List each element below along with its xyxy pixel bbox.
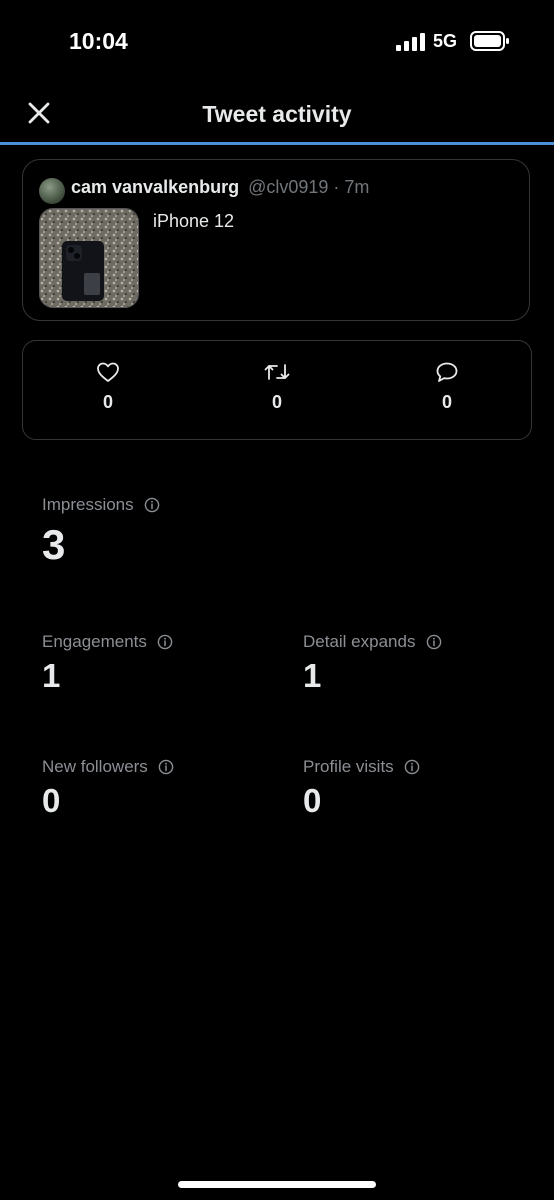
profile-visits-stat: Profile visits 0: [303, 757, 420, 820]
status-time: 10:04: [69, 28, 128, 54]
detail-expands-stat: Detail expands 1: [303, 632, 442, 695]
tweet-header: cam vanvalkenburg @clv0919 · 7m: [71, 177, 369, 198]
new-followers-stat: New followers 0: [42, 757, 174, 820]
info-icon[interactable]: [426, 634, 442, 650]
new-followers-value: 0: [42, 782, 61, 819]
engagements-value: 1: [42, 657, 61, 694]
tweet-card[interactable]: cam vanvalkenburg @clv0919 · 7m iPhone 1…: [22, 159, 530, 321]
battery-icon: [470, 31, 509, 51]
info-icon[interactable]: [157, 634, 173, 650]
profile-visits-label: Profile visits: [303, 757, 394, 776]
retweets-metric: 0: [247, 361, 307, 413]
network-label: 5G: [433, 31, 458, 51]
impressions-label: Impressions: [42, 495, 134, 514]
info-icon[interactable]: [404, 759, 420, 775]
info-icon[interactable]: [158, 759, 174, 775]
info-icon[interactable]: [144, 497, 160, 513]
engagements-label: Engagements: [42, 632, 147, 651]
heart-icon[interactable]: [96, 361, 120, 383]
replies-count: 0: [441, 392, 452, 412]
tweet-text: iPhone 12: [153, 211, 235, 231]
detail-expands-label: Detail expands: [303, 632, 416, 651]
replies-metric: 0: [417, 361, 477, 413]
likes-metric: 0: [78, 361, 138, 413]
home-indicator[interactable]: [178, 1181, 376, 1188]
impressions-stat: Impressions 3: [42, 495, 160, 569]
likes-count: 0: [102, 392, 113, 412]
author-name: cam vanvalkenburg: [71, 177, 240, 197]
tweet-media-thumbnail[interactable]: [39, 208, 139, 308]
author-handle-time: @clv0919 · 7m: [248, 177, 370, 197]
engagement-counts-card: 0 0 0: [22, 340, 532, 440]
avatar[interactable]: [39, 178, 65, 204]
retweet-icon[interactable]: [263, 361, 291, 383]
signal-icon: [396, 33, 425, 51]
header-divider: [0, 142, 554, 145]
phone-photo-image: [40, 209, 138, 307]
impressions-value: 3: [42, 521, 66, 568]
header: Tweet activity: [0, 80, 554, 144]
detail-expands-value: 1: [303, 657, 322, 694]
page-title: Tweet activity: [202, 101, 352, 127]
profile-visits-value: 0: [303, 782, 322, 819]
engagements-stat: Engagements 1: [42, 632, 173, 695]
status-bar: 10:04 5G: [0, 0, 554, 80]
new-followers-label: New followers: [42, 757, 148, 776]
retweets-count: 0: [271, 392, 282, 412]
reply-icon[interactable]: [435, 361, 459, 383]
